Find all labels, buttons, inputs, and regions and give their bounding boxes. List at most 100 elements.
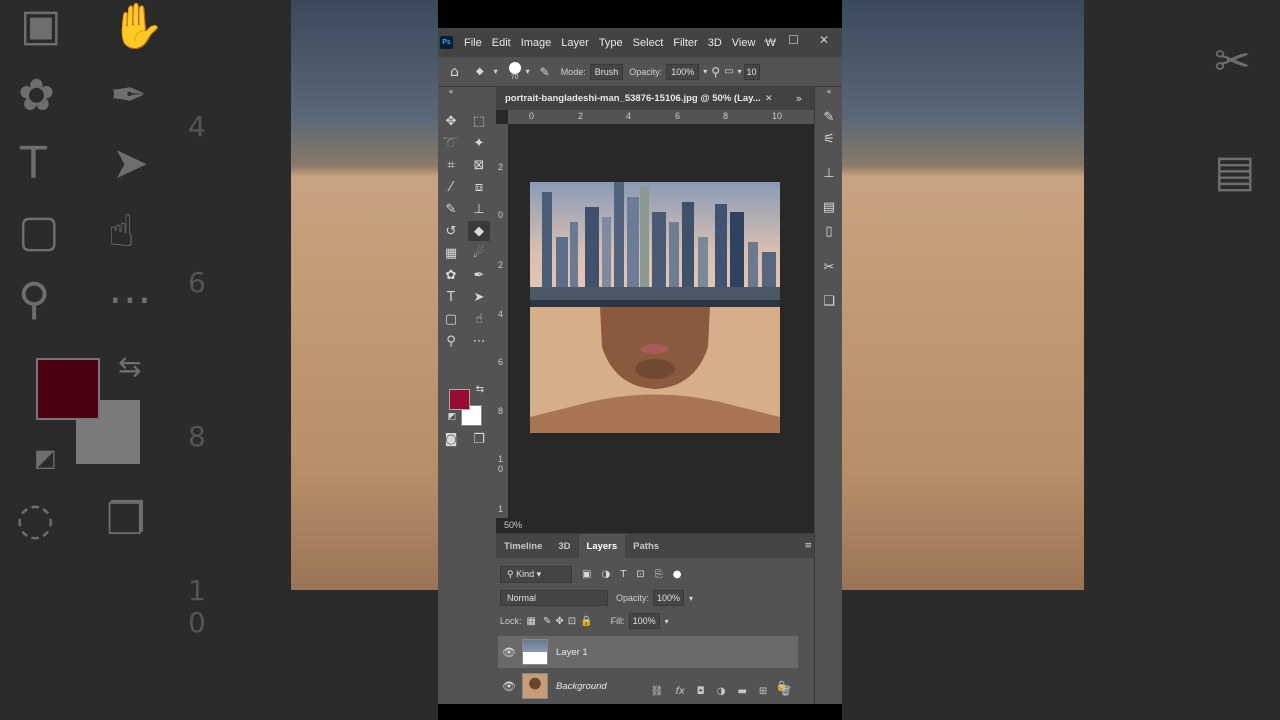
pen-tool-icon[interactable]: ✒ [468,265,490,285]
shape-filter-icon[interactable]: ⊡ [636,569,644,580]
smart-object-filter-icon[interactable]: ⎘ [655,569,663,580]
menu-3d[interactable]: 3D [708,37,722,49]
canvas-image[interactable] [530,182,780,433]
new-layer-icon[interactable]: ⊞ [759,686,767,697]
stamp-tool-icon[interactable]: ⊥ [468,199,490,219]
menu-type[interactable]: Type [599,37,623,49]
filter-kind-select[interactable]: ⚲ Kind ▾ [500,565,572,583]
history-panel-icon[interactable]: ✎ [819,107,839,127]
zoom-tool-icon[interactable]: ⚲ [440,331,462,351]
blur-tool-icon[interactable]: ☄ [468,243,490,263]
foreground-color-swatch[interactable] [449,389,470,410]
type-tool-icon[interactable]: T [440,287,462,307]
minimize-icon[interactable]: — [764,33,776,47]
history-brush-icon[interactable]: ↺ [440,221,462,241]
lock-all-icon[interactable]: 🔒 [580,616,592,627]
mode-select[interactable]: Brush [589,63,624,80]
tool-icon[interactable]: ▭ [724,66,733,77]
layer-row-layer-1[interactable]: 👁 Layer 1 [498,636,798,668]
visibility-eye-icon[interactable]: 👁 [498,646,520,659]
expand-panels-icon[interactable]: » [796,92,803,105]
lock-transparent-icon[interactable]: ▦ [527,616,536,627]
chevron-down-icon[interactable]: ▾ [703,67,707,76]
clone-source-icon[interactable]: ⊥ [819,163,839,183]
menu-file[interactable]: File [464,37,482,49]
marquee-tool-icon[interactable]: ⬚ [468,111,490,131]
opacity-field[interactable]: 100% [653,590,685,606]
filter-toggle-icon[interactable]: ● [673,569,682,580]
tab-layers[interactable]: Layers [578,534,626,558]
default-colors-icon[interactable]: ◩ [446,411,458,423]
layer-thumbnail [522,639,548,665]
quick-mask-icon[interactable]: ◙ [440,429,462,449]
ruler-tick: 6 [498,357,504,367]
close-icon[interactable]: ✕ [819,33,829,47]
chevron-down-icon[interactable]: ▾ [526,67,530,76]
hand-tool-icon[interactable]: ☝ [468,309,490,329]
menu-layer[interactable]: Layer [561,37,589,49]
tools-panel-icon[interactable]: ✂ [819,257,839,277]
lock-image-icon[interactable]: ✎ [543,616,551,627]
chevron-down-icon[interactable]: ▾ [665,617,669,626]
panel-menu-icon[interactable]: ≡ [804,541,812,551]
notes-panel-icon[interactable]: ▯ [819,221,839,241]
adjustments-panel-icon[interactable]: ⚟ [819,129,839,149]
lock-artboard-icon[interactable]: ⊡ [568,616,576,627]
tab-paths[interactable]: Paths [625,534,667,558]
adjustment-filter-icon[interactable]: ◑ [601,569,610,580]
menu-select[interactable]: Select [633,37,664,49]
gradient-tool-icon[interactable]: ▦ [440,243,462,263]
delete-layer-icon[interactable]: 🗑 [779,686,792,697]
pixel-filter-icon[interactable]: ▣ [582,569,591,580]
new-adjustment-icon[interactable]: ◑ [717,686,726,697]
lock-position-icon[interactable]: ✥ [555,616,563,627]
eraser-tool-icon[interactable]: ◆ [476,66,484,77]
libraries-panel-icon[interactable]: ❏ [819,291,839,311]
path-selection-icon[interactable]: ➤ [468,287,490,307]
brush-settings-icon[interactable]: ✎ [540,65,550,79]
value-field[interactable]: 10 [743,63,760,80]
link-layers-icon[interactable]: ⛓ [651,686,664,697]
move-tool-icon[interactable]: ✥ [440,111,462,131]
crop-tool-icon[interactable]: ⌗ [440,155,462,175]
chevron-down-icon[interactable]: ▾ [689,594,693,603]
chevron-down-icon[interactable]: ▾ [494,67,498,76]
add-mask-icon[interactable]: ◘ [697,686,705,697]
search-icon[interactable]: ⚲ [711,65,720,79]
zoom-level[interactable]: 50% [504,520,522,530]
chevron-down-icon[interactable]: ▾ [738,67,742,76]
close-icon[interactable]: ✕ [765,94,773,104]
maximize-icon[interactable]: ☐ [788,33,799,47]
blend-mode-select[interactable]: Normal [500,590,608,606]
menu-filter[interactable]: Filter [673,37,697,49]
lasso-tool-icon[interactable]: ➰ [440,133,462,153]
shape-tool-icon[interactable]: ▢ [440,309,462,329]
document-tab[interactable]: portrait-bangladeshi-man_53876-15106.jpg… [496,87,814,110]
layer-style-icon[interactable]: fx [675,686,684,697]
type-filter-icon[interactable]: T [620,569,626,580]
eyedropper-icon[interactable]: ⁄ [440,177,462,197]
magic-wand-icon[interactable]: ✦ [468,133,490,153]
collapse-icon[interactable]: « [440,87,462,96]
opacity-field[interactable]: 100% [666,63,700,80]
menu-edit[interactable]: Edit [492,37,511,49]
properties-panel-icon[interactable]: ▤ [819,197,839,217]
tab-3d[interactable]: 3D [550,534,578,558]
lock-row: Lock: ▦ ✎ ✥ ⊡ 🔒 Fill: 100% ▾ [500,610,818,632]
brush-preset-picker[interactable]: 70 [508,62,521,81]
sponge-tool-icon[interactable]: ✿ [440,265,462,285]
home-icon[interactable]: ⌂ [450,64,459,80]
screen-mode-icon[interactable]: ❐ [468,429,490,449]
menu-image[interactable]: Image [521,37,552,49]
brush-tool-icon[interactable]: ✎ [440,199,462,219]
tab-timeline[interactable]: Timeline [496,534,550,558]
expand-icon[interactable]: « [819,87,839,96]
new-group-icon[interactable]: ▬ [737,686,746,697]
eraser-tool-icon[interactable]: ◆ [468,221,490,241]
frame-tool-icon[interactable]: ⊠ [468,155,490,175]
swap-colors-icon[interactable]: ⇆ [474,383,486,395]
menu-view[interactable]: View [732,37,756,49]
patch-tool-icon[interactable]: ⧈ [468,177,490,197]
more-tools-icon[interactable]: ⋯ [468,331,490,351]
fill-field[interactable]: 100% [628,613,660,629]
